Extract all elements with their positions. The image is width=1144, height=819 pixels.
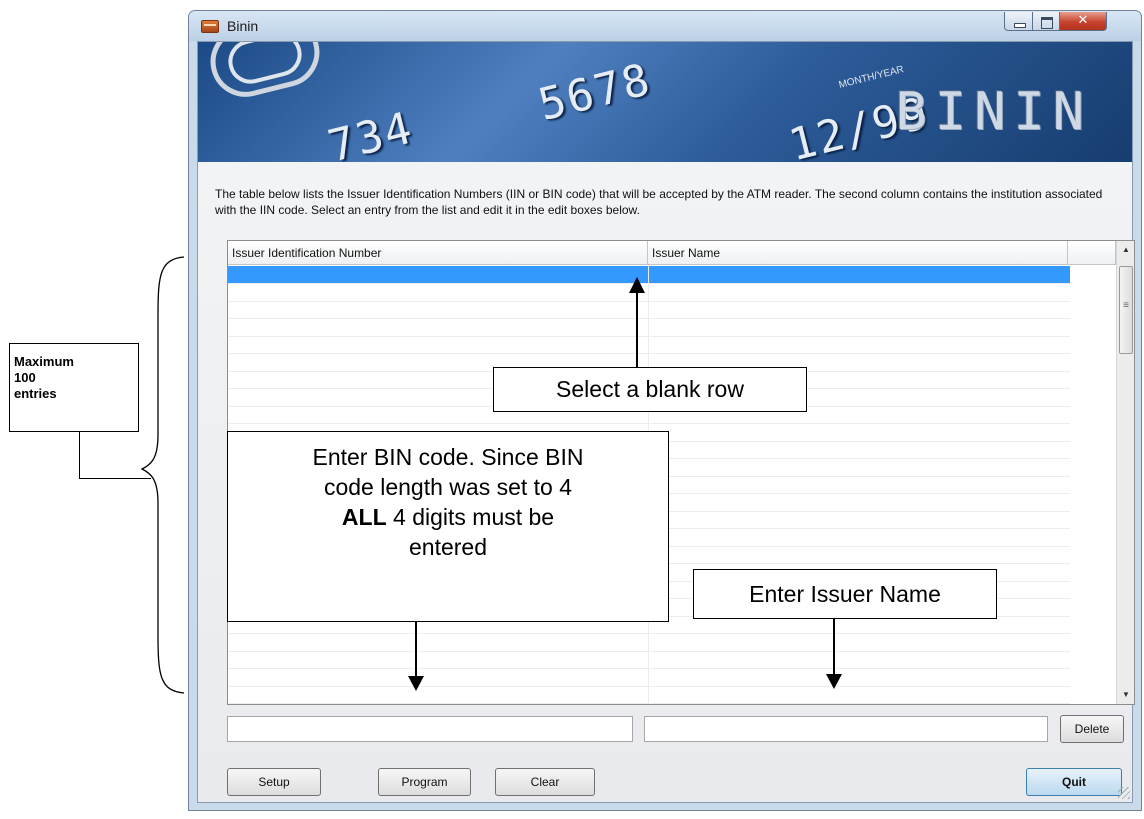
annotation-bin-rest: 4 digits must be [386, 504, 555, 530]
cell-issuer-name[interactable] [648, 459, 1070, 476]
card-banner: 734 5678 MONTH/YEAR 12/99 BININ [198, 42, 1132, 162]
annotation-enter-issuer-name: Enter Issuer Name [693, 569, 997, 619]
cell-iin[interactable] [228, 336, 649, 353]
scroll-thumb[interactable]: ≡ [1119, 266, 1133, 354]
annotation-max-line: 100 [14, 370, 36, 385]
table-row[interactable] [228, 668, 1070, 687]
close-button[interactable] [1059, 12, 1107, 31]
cell-issuer-name[interactable] [648, 494, 1070, 511]
arrow-up-icon [629, 277, 645, 293]
bin-code-input[interactable] [227, 716, 633, 742]
cell-iin[interactable] [228, 318, 649, 336]
scroll-down-arrow-icon[interactable]: ▼ [1117, 686, 1135, 704]
issuer-name-input[interactable] [644, 716, 1048, 742]
program-button[interactable]: Program [378, 768, 471, 796]
annotation-max-entries: Maximum 100 entries [9, 343, 139, 432]
table-row[interactable] [228, 336, 1070, 354]
cell-iin[interactable] [228, 266, 649, 283]
table-row[interactable] [228, 301, 1070, 319]
arrow-down-icon [826, 674, 842, 689]
cell-iin[interactable] [228, 283, 649, 301]
card-number-part: 734 [323, 102, 419, 162]
scroll-grip-icon: ≡ [1123, 300, 1129, 311]
annotation-arrow-line [833, 619, 835, 675]
annotation-bin-line: code length was set to 4 [323, 474, 573, 500]
table-row[interactable] [228, 318, 1070, 337]
cell-issuer-name[interactable] [648, 424, 1070, 441]
title-bar[interactable]: Binin [189, 11, 1141, 41]
table-header: Issuer Identification Number Issuer Name [228, 241, 1116, 265]
cell-issuer-name[interactable] [648, 319, 1070, 336]
annotation-bin-bold: ALL [341, 504, 387, 530]
minimize-button[interactable] [1004, 12, 1033, 31]
table-row[interactable] [228, 686, 1070, 704]
cell-issuer-name[interactable] [648, 284, 1070, 301]
cell-issuer-name[interactable] [648, 441, 1070, 458]
annotation-bin-line: Enter BIN code. Since BIN [312, 444, 584, 470]
cell-issuer-name[interactable] [648, 651, 1070, 668]
client-area: 734 5678 MONTH/YEAR 12/99 BININ The tabl… [197, 41, 1135, 803]
cell-issuer-name[interactable] [648, 686, 1070, 703]
clear-button[interactable]: Clear [495, 768, 595, 796]
arrow-down-icon [408, 676, 424, 691]
cell-issuer-name[interactable] [648, 266, 1070, 283]
resize-grip-icon[interactable] [1118, 787, 1130, 799]
annotation-bin-line: ALL 4 digits must be [228, 502, 668, 532]
cell-issuer-name[interactable] [648, 546, 1070, 563]
cell-issuer-name[interactable] [648, 301, 1070, 318]
setup-button[interactable]: Setup [227, 768, 321, 796]
annotation-arrow-line [636, 292, 638, 367]
cell-iin[interactable] [228, 668, 649, 686]
annotation-max-line: entries [14, 386, 57, 401]
cell-issuer-name[interactable] [648, 634, 1070, 651]
table-row[interactable] [228, 266, 1070, 284]
cell-issuer-name[interactable] [648, 669, 1070, 686]
annotation-bin-line: entered [408, 534, 487, 560]
app-icon [201, 20, 219, 33]
annotation-enter-bin: Enter BIN code. Since BIN code length wa… [227, 431, 669, 622]
cell-iin[interactable] [228, 633, 649, 651]
table-row[interactable] [228, 651, 1070, 669]
column-header-issuer-name[interactable]: Issuer Name [648, 241, 1068, 265]
card-number-part: 5678 [533, 53, 657, 132]
brand-logo: BININ [895, 82, 1092, 142]
annotation-connector-line [79, 431, 151, 479]
cell-issuer-name[interactable] [648, 511, 1070, 528]
cell-issuer-name[interactable] [648, 336, 1070, 353]
cell-iin[interactable] [228, 651, 649, 668]
window-title: Binin [227, 18, 259, 34]
cell-issuer-name[interactable] [648, 529, 1070, 546]
column-header-filler [1068, 241, 1116, 265]
maximize-button[interactable] [1032, 12, 1060, 31]
cell-iin[interactable] [228, 686, 649, 703]
vertical-scrollbar[interactable]: ▲ ≡ ▼ [1116, 241, 1134, 704]
column-header-iin[interactable]: Issuer Identification Number [228, 241, 648, 265]
quit-button[interactable]: Quit [1026, 768, 1122, 796]
cell-issuer-name[interactable] [648, 476, 1070, 493]
delete-button[interactable]: Delete [1060, 715, 1124, 743]
annotation-arrow-line [415, 622, 417, 678]
annotation-max-line: Maximum [14, 354, 74, 369]
cell-iin[interactable] [228, 301, 649, 318]
description-text: The table below lists the Issuer Identif… [215, 187, 1103, 217]
scroll-up-arrow-icon[interactable]: ▲ [1117, 241, 1135, 259]
annotation-select-row: Select a blank row [493, 367, 807, 412]
table-row[interactable] [228, 283, 1070, 302]
table-row[interactable] [228, 633, 1070, 652]
